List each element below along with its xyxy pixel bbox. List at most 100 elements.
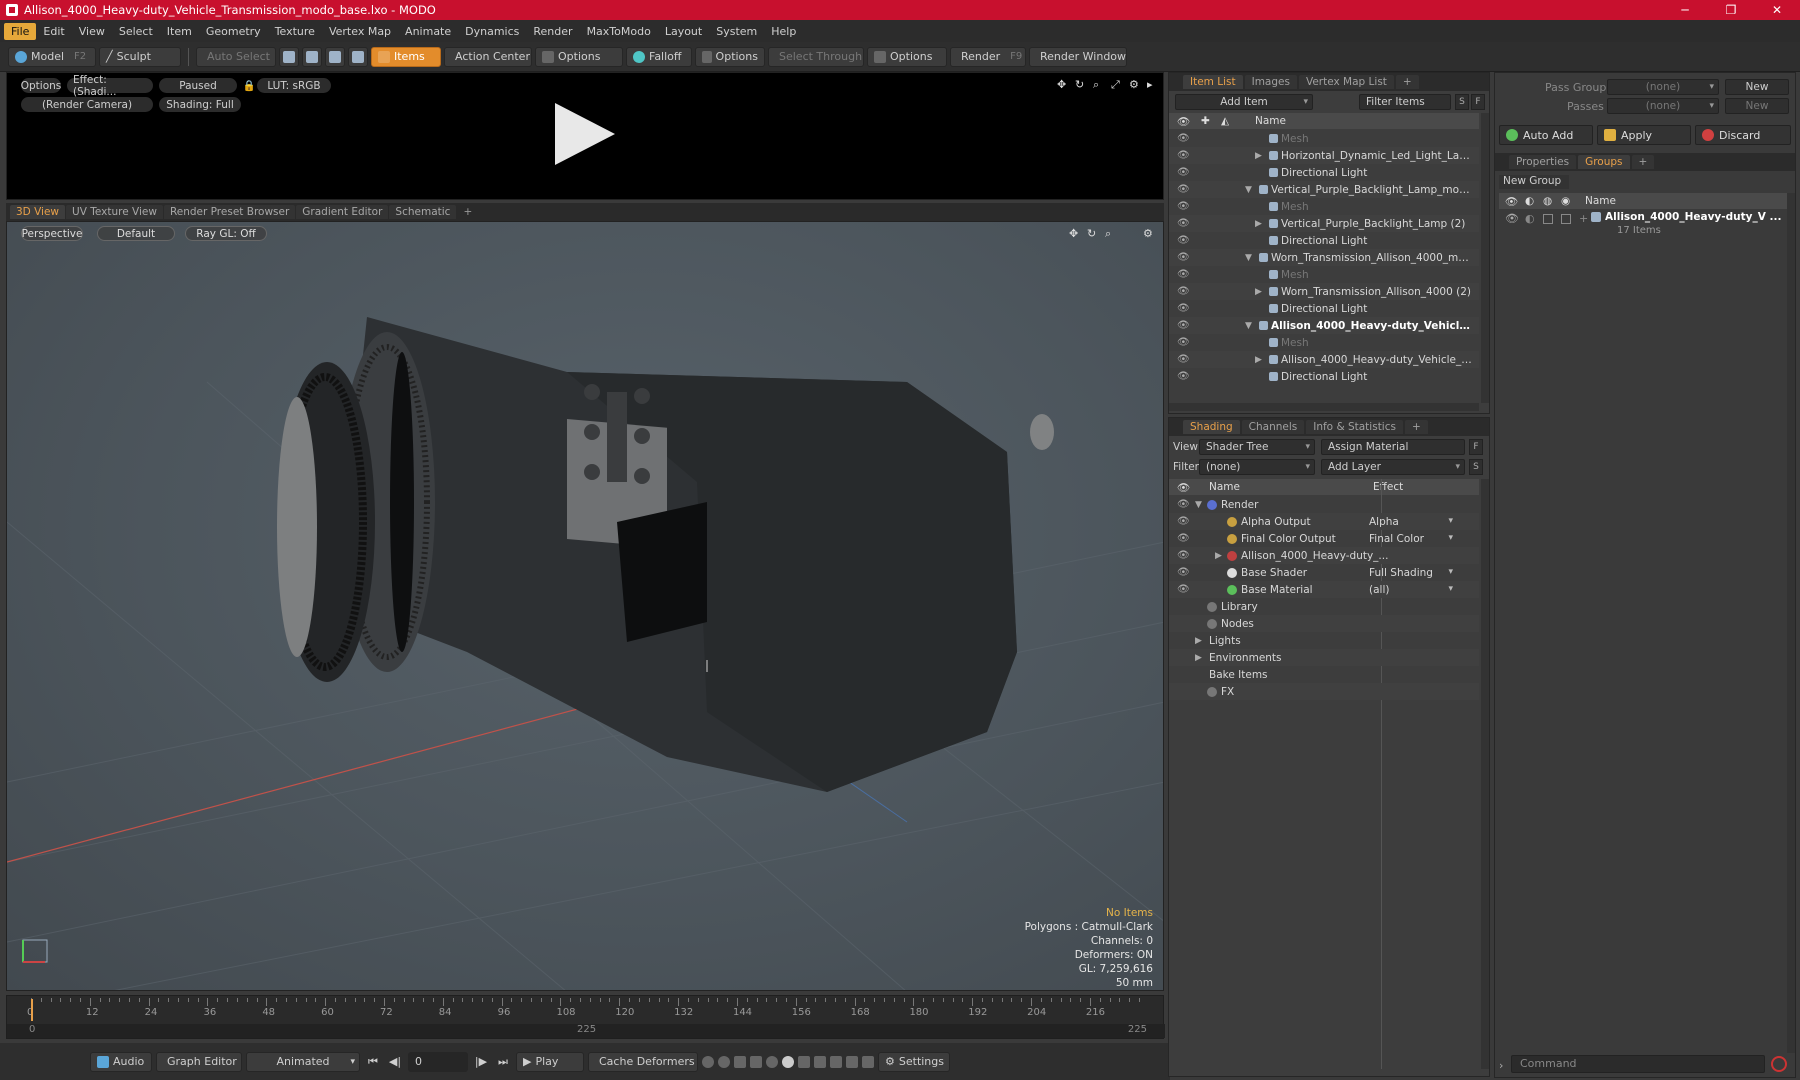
shader-tree-row[interactable]: Bake Items (1169, 666, 1479, 683)
play-icon[interactable] (555, 103, 615, 165)
falloff-options-button[interactable]: Options (695, 46, 765, 67)
materials-mode-button[interactable] (348, 46, 368, 67)
filter-f-button[interactable]: F (1471, 94, 1485, 110)
perspective-dropdown[interactable]: Perspective (21, 226, 83, 241)
shader-tree-row[interactable]: 👁 Final Color Output Final Color (1169, 530, 1479, 547)
menu-animate[interactable]: Animate (398, 23, 458, 40)
tab-images[interactable]: Images (1244, 75, 1297, 89)
eye-icon[interactable]: 👁 (1177, 235, 1190, 246)
eye-icon[interactable]: 👁 (1177, 201, 1190, 212)
menu-system[interactable]: System (709, 23, 764, 40)
lock-checkbox[interactable] (1543, 214, 1553, 224)
chevron-right-icon[interactable]: ▸ (1147, 79, 1158, 90)
chevron-right-icon[interactable]: ▶ (1255, 287, 1262, 297)
eye-icon[interactable]: 👁 (1177, 533, 1190, 544)
effect-dropdown[interactable]: Full Shading (1369, 567, 1455, 579)
filter-dropdown[interactable]: (none) (1199, 459, 1315, 475)
key-all-icon[interactable] (718, 1055, 730, 1068)
gear-icon[interactable]: ⚙ (1129, 79, 1140, 90)
apply-button[interactable]: Apply (1597, 125, 1691, 145)
select-options-button[interactable]: Options (867, 46, 947, 67)
close-button[interactable]: ✕ (1754, 3, 1800, 17)
3d-viewport[interactable]: Perspective Default Ray GL: Off ✥ ↻ ⌕ ⚙ … (6, 221, 1164, 991)
tab-3d-view[interactable]: 3D View (10, 205, 66, 219)
menu-view[interactable]: View (72, 23, 112, 40)
tab-gradient-editor[interactable]: Gradient Editor (296, 205, 389, 219)
eye-icon[interactable]: 👁 (1177, 320, 1190, 331)
shader-tree-row[interactable]: 👁 ▼ Render (1169, 496, 1479, 513)
add-layer-dropdown[interactable]: Add Layer (1321, 459, 1465, 475)
auto-key-icon[interactable] (766, 1055, 778, 1068)
menu-dynamics[interactable]: Dynamics (458, 23, 526, 40)
graph-editor-button[interactable]: Graph Editor (156, 1051, 242, 1072)
tab-uv-texture-view[interactable]: UV Texture View (66, 205, 163, 219)
shader-tree-row[interactable]: FX (1169, 683, 1479, 700)
menu-select[interactable]: Select (112, 23, 160, 40)
eye-icon[interactable]: 👁 (1177, 286, 1190, 297)
skip-start-icon[interactable]: ⏮ (364, 1055, 382, 1069)
preview-options-button[interactable]: Options (21, 78, 61, 93)
chevron-down-icon[interactable]: ▼ (1195, 500, 1202, 510)
playhead[interactable] (31, 999, 33, 1021)
tab-channels[interactable]: Channels (1241, 420, 1305, 434)
add-tab-button[interactable]: + (457, 205, 478, 219)
shading-f-button[interactable]: F (1469, 439, 1483, 455)
item-list-row[interactable]: 👁 ▶ Vertical_Purple_Backlight_Lamp (2) (1169, 215, 1479, 232)
menu-item[interactable]: Item (160, 23, 199, 40)
eye-icon[interactable]: 👁 (1505, 212, 1519, 225)
edges-mode-button[interactable] (302, 46, 322, 67)
shader-tree-row[interactable]: 👁 ▶ Allison_4000_Heavy-duty_... (1169, 547, 1479, 564)
menu-maxtomodo[interactable]: MaxToModo (580, 23, 658, 40)
falloff-button[interactable]: Falloff (626, 46, 692, 67)
tab-render-preset-browser[interactable]: Render Preset Browser (163, 205, 296, 219)
eye-icon[interactable]: 👁 (1177, 354, 1190, 365)
preview-camera-dropdown[interactable]: (Render Camera) (21, 97, 153, 112)
vertices-mode-button[interactable] (279, 46, 299, 67)
lock-icon[interactable]: 🔒 (242, 78, 255, 93)
chevron-down-icon[interactable]: ▼ (1245, 321, 1252, 331)
new-pass-group-button[interactable]: New (1725, 79, 1789, 95)
shader-tree-row[interactable]: 👁 Base Shader Full Shading (1169, 564, 1479, 581)
item-list-row[interactable]: 👁 Mesh (1169, 198, 1479, 215)
frame-field[interactable]: 0 (408, 1051, 468, 1072)
sound-icon[interactable] (830, 1055, 842, 1068)
pan-icon[interactable]: ✥ (1069, 228, 1080, 239)
command-input[interactable]: Command (1511, 1055, 1765, 1073)
eye-icon[interactable]: 👁 (1177, 218, 1190, 229)
shader-tree-row[interactable]: ▶ Environments (1169, 649, 1479, 666)
item-list-row[interactable]: 👁 Mesh (1169, 130, 1479, 147)
group-row[interactable]: 👁 ◐ + Allison_4000_Heavy-duty_V ... 17 I… (1499, 210, 1789, 240)
cache-deformers-button[interactable]: Cache Deformers (588, 1051, 698, 1072)
view-dropdown[interactable]: Shader Tree (1199, 439, 1315, 455)
skip-end-icon[interactable]: ⏭ (494, 1055, 512, 1069)
preview-shading-dropdown[interactable]: Shading: Full (159, 97, 241, 112)
assign-material-button[interactable]: Assign Material (1321, 439, 1465, 455)
chevron-right-icon[interactable]: ▶ (1255, 151, 1262, 161)
add-tab-button[interactable]: + (1404, 420, 1428, 434)
item-list-row[interactable]: 👁 ▼ Worn_Transmission_Allison_4000_modo ..… (1169, 249, 1479, 266)
shader-tree-row[interactable]: ▶ Lights (1169, 632, 1479, 649)
menu-layout[interactable]: Layout (658, 23, 709, 40)
next-key-icon[interactable] (750, 1055, 762, 1068)
tab-properties[interactable]: Properties (1509, 155, 1577, 169)
filter-items-input[interactable]: Filter Items (1359, 94, 1451, 110)
auto-add-button[interactable]: Auto Add (1499, 125, 1593, 145)
render-window-button[interactable]: Render Window (1029, 46, 1127, 67)
play-button[interactable]: ▶ Play (516, 1051, 584, 1072)
action-center-button[interactable]: Action Center (444, 46, 532, 67)
tab-groups[interactable]: Groups (1578, 155, 1630, 169)
item-list-hscrollbar[interactable] (1169, 403, 1479, 411)
shader-tree-row[interactable]: 👁 Base Material (all) (1169, 581, 1479, 598)
tab-shading[interactable]: Shading (1183, 420, 1240, 434)
expand-icon[interactable]: + (1579, 212, 1588, 225)
raygl-toggle[interactable]: Ray GL: Off (185, 226, 267, 241)
key-icon[interactable] (702, 1055, 714, 1068)
preview-effect-dropdown[interactable]: Effect: (Shadi... (67, 74, 153, 98)
eye-icon[interactable]: 👁 (1177, 584, 1190, 595)
menu-render[interactable]: Render (526, 23, 579, 40)
audio-button[interactable]: Audio (90, 1051, 152, 1072)
item-list-row[interactable]: 👁 Directional Light (1169, 232, 1479, 249)
new-group-button[interactable]: New Group (1499, 175, 1569, 189)
select-through-button[interactable]: Select Through (768, 46, 864, 67)
shader-tree-scrollbar[interactable] (1481, 479, 1489, 1069)
